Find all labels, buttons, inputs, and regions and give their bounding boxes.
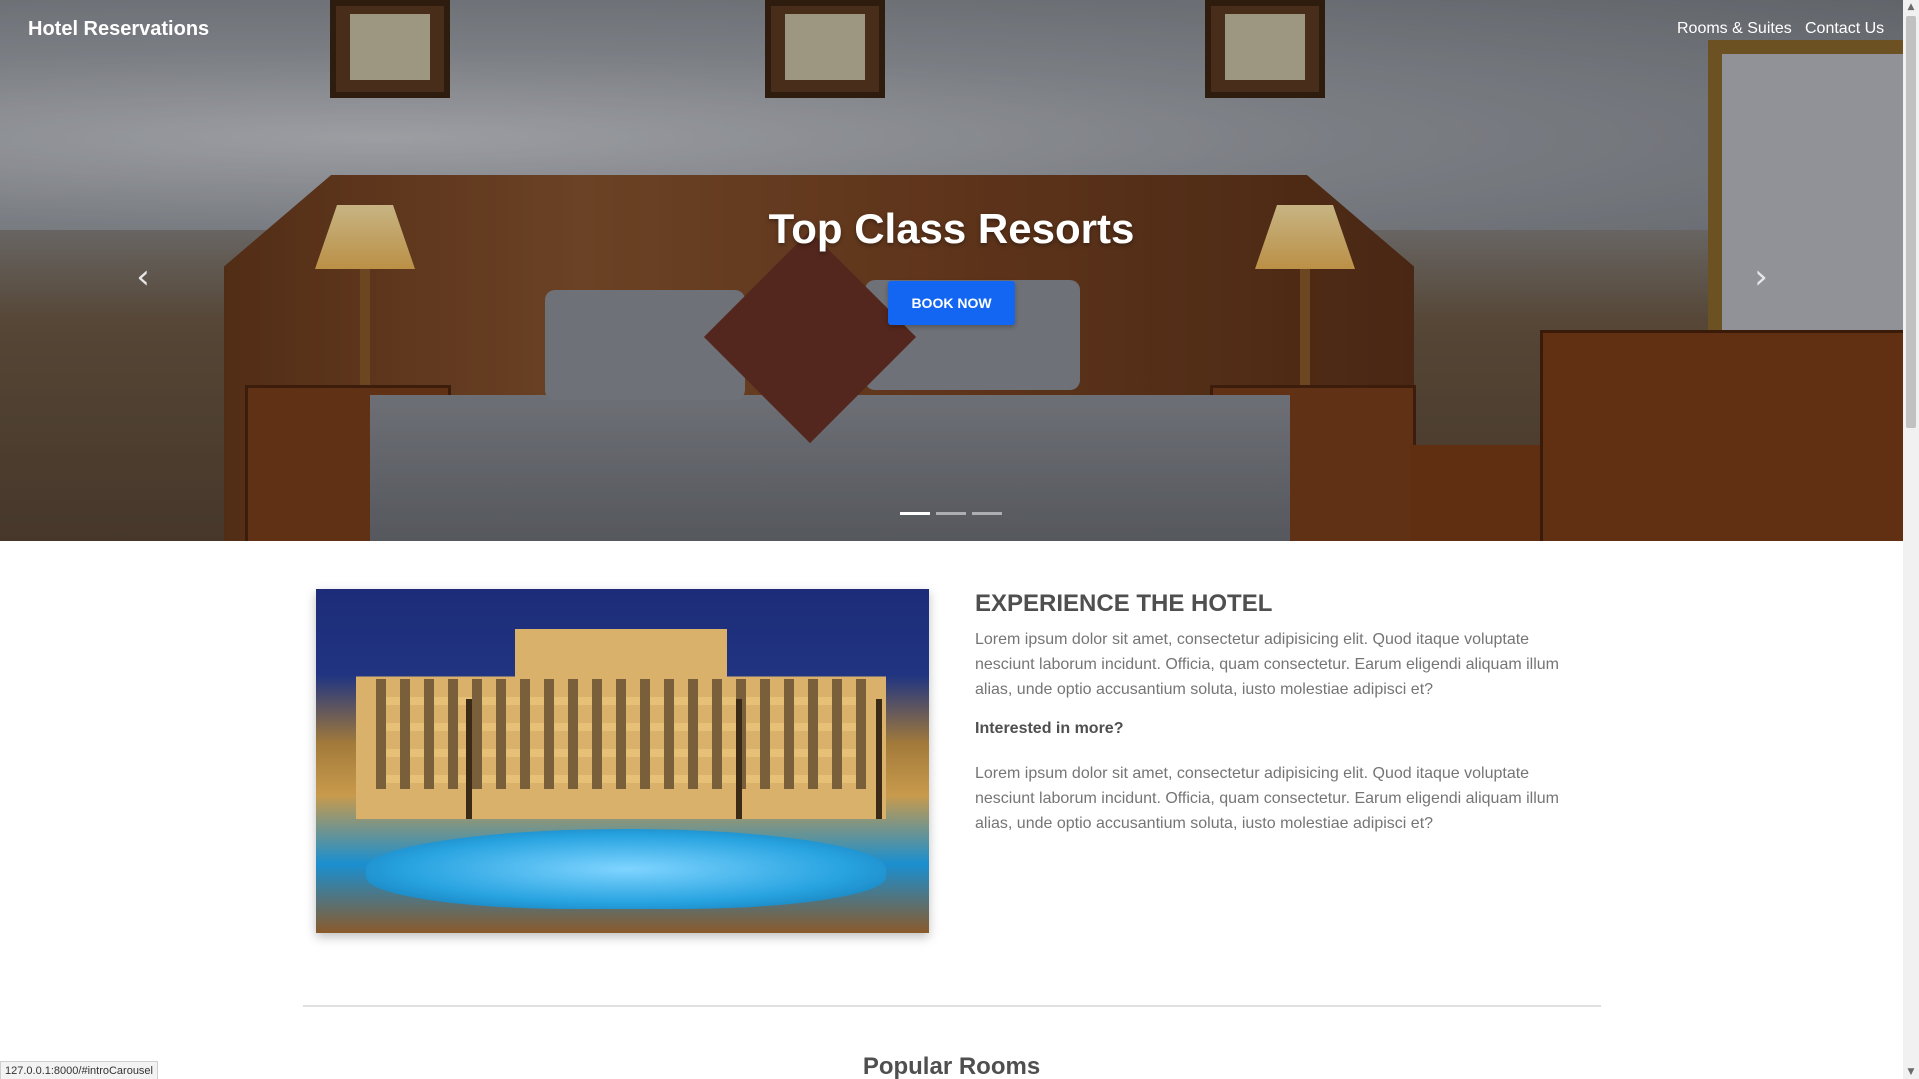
palm-tree [466, 699, 472, 819]
vertical-scrollbar[interactable]: ▲ ▼ [1903, 0, 1919, 1079]
scrollbar-thumb[interactable] [1906, 16, 1916, 428]
page: Hotel Reservations Rooms & Suites Contac… [0, 0, 1903, 1079]
carousel-indicators [900, 512, 1002, 515]
carousel-title: Top Class Resorts [768, 205, 1135, 252]
section-title: EXPERIENCE THE HOTEL [975, 590, 1273, 617]
brand-link[interactable]: Hotel Reservations [28, 18, 209, 41]
interested-heading: Interested in more? [975, 720, 1124, 737]
scroll-down-icon[interactable]: ▼ [1903, 1065, 1919, 1079]
intro-carousel: Hotel Reservations Rooms & Suites Contac… [0, 0, 1903, 541]
nav-link-contact-us[interactable]: Contact Us [1805, 20, 1884, 38]
carousel-indicator-2[interactable] [936, 512, 966, 515]
hotel-windows [376, 679, 866, 789]
book-now-button[interactable]: BOOK NOW [888, 281, 1015, 325]
hotel-pool [366, 829, 886, 909]
carousel-indicator-1[interactable] [900, 512, 930, 515]
scroll-up-icon[interactable]: ▲ [1903, 0, 1919, 14]
palm-tree [876, 699, 882, 819]
carousel-prev-button[interactable]: ‹ [128, 260, 158, 294]
palm-tree [736, 699, 742, 819]
hotel-photo [316, 589, 929, 933]
chevron-left-icon: ‹ [136, 257, 150, 297]
status-bar-url: 127.0.0.1:8000/#introCarousel [0, 1061, 158, 1079]
popular-rooms-title: Popular Rooms [862, 1053, 1041, 1079]
carousel-indicator-3[interactable] [972, 512, 1002, 515]
navbar: Hotel Reservations Rooms & Suites Contac… [0, 0, 1903, 62]
about-paragraph: Lorem ipsum dolor sit amet, consectetur … [975, 631, 1559, 698]
section-divider [303, 1005, 1601, 1007]
hero-overlay [0, 0, 1903, 541]
nav-link-rooms-suites[interactable]: Rooms & Suites [1677, 20, 1792, 38]
about-paragraph: Lorem ipsum dolor sit amet, consectetur … [975, 765, 1559, 832]
carousel-next-button[interactable]: › [1746, 260, 1776, 294]
chevron-right-icon: › [1754, 257, 1768, 297]
